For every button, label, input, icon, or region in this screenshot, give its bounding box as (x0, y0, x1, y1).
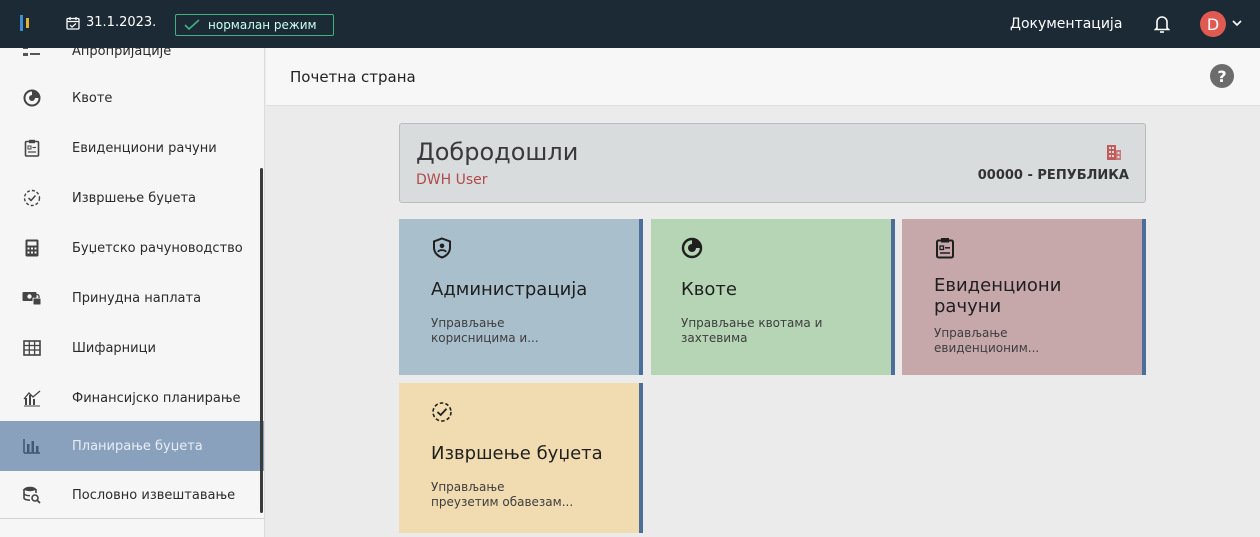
sidebar-item-label: Извршење буџета (72, 190, 197, 206)
sidebar-item-label: Евиденциони рачуни (72, 140, 217, 156)
quota-icon (681, 237, 703, 259)
page-header: Почетна страна ? (266, 48, 1260, 106)
tile-description: Управљање квотама и (681, 316, 823, 330)
sidebar-scrollbar[interactable] (260, 168, 263, 513)
tile-title: Извршење буџета (431, 443, 603, 464)
sidebar-item-label: Финансијско планирање (72, 390, 241, 406)
sidebar-item-label: Принудна наплата (72, 290, 202, 306)
tile-description: Управљање (431, 480, 505, 494)
sidebar: Апропријације Квоте Евиденциони рачуни И… (0, 48, 265, 537)
tile-title: Евиденциони (934, 275, 1062, 296)
check-icon (184, 19, 200, 31)
cash-lock-icon (22, 288, 42, 308)
sidebar-item-quotas[interactable]: Квоте (0, 73, 264, 123)
tile-description: евиденционим... (934, 341, 1040, 355)
top-bar: 31.1.2023. нормалан режим Документација … (0, 0, 1260, 48)
calendar-icon (66, 16, 80, 30)
mode-badge[interactable]: нормалан режим (175, 14, 334, 36)
quota-icon (22, 88, 42, 108)
documentation-link[interactable]: Документација (1010, 16, 1122, 32)
db-search-icon (22, 485, 42, 505)
tile-description: преузетим обавезам... (431, 495, 574, 509)
sidebar-item-codebooks[interactable]: Шифарници (0, 323, 264, 373)
sidebar-item-label: Пословно извештавање (72, 487, 236, 503)
sidebar-item-appropriations[interactable]: Апропријације (0, 48, 264, 76)
sidebar-item-label: Буџетско рачуноводство (72, 240, 243, 256)
sidebar-item-business-reporting[interactable]: Пословно извештавање (0, 470, 264, 520)
sidebar-item-label: Шифарници (72, 340, 156, 356)
mode-text: нормалан режим (208, 18, 317, 32)
check-circle-icon (22, 188, 42, 208)
welcome-title: Добродошли (416, 138, 579, 166)
tile-description: Управљање (934, 326, 1008, 340)
clipboard-icon (936, 238, 954, 259)
shield-user-icon (433, 237, 451, 259)
chart-trend-icon (22, 388, 42, 408)
help-button[interactable]: ? (1210, 64, 1234, 88)
table-icon (22, 338, 42, 358)
app-logo[interactable] (18, 12, 32, 34)
tile-description: Управљање (431, 316, 505, 330)
chevron-down-icon[interactable] (1232, 18, 1242, 28)
page-title: Почетна страна (290, 68, 416, 86)
welcome-user: DWH User (416, 172, 488, 188)
welcome-card: Добродошли DWH User 00000 - РЕПУБЛИКА (399, 123, 1146, 203)
sidebar-divider (0, 518, 264, 519)
tile-title: Квоте (681, 279, 737, 300)
sidebar-item-budget-execution[interactable]: Извршење буџета (0, 173, 264, 223)
calculator-icon (22, 238, 42, 258)
sidebar-item-budget-accounting[interactable]: Буџетско рачуноводство (0, 223, 264, 273)
tile-description: корисницима и... (431, 331, 539, 345)
user-avatar[interactable]: D (1200, 11, 1226, 37)
sidebar-item-label: Апропријације (72, 48, 172, 59)
organization-label: 00000 - РЕПУБЛИКА (977, 168, 1129, 183)
check-circle-icon (432, 402, 452, 422)
tile-description: захтевима (681, 331, 748, 345)
sidebar-item-label: Планирање буџета (72, 438, 203, 454)
sidebar-item-financial-planning[interactable]: Финансијско планирање (0, 373, 264, 423)
list-icon (22, 48, 42, 61)
tile-quotas[interactable]: Квоте Управљање квотама и захтевима (651, 219, 895, 375)
sidebar-item-records[interactable]: Евиденциони рачуни (0, 123, 264, 173)
bell-icon[interactable] (1154, 14, 1170, 34)
tile-budget-execution[interactable]: Извршење буџета Управљање преузетим обав… (399, 383, 643, 533)
building-icon (1107, 145, 1121, 160)
sidebar-item-enforced-collection[interactable]: Принудна наплата (0, 273, 264, 323)
sidebar-item-budget-planning[interactable]: Планирање буџета (0, 421, 264, 471)
tile-administration[interactable]: Администрација Управљање корисницима и..… (399, 219, 643, 375)
clipboard-icon (22, 138, 42, 158)
tile-records-accounts[interactable]: Евиденциони рачуни Управљање евиденциони… (902, 219, 1146, 375)
date-text: 31.1.2023. (86, 15, 157, 30)
tile-title: Администрација (431, 279, 588, 300)
sidebar-item-label: Квоте (72, 90, 113, 106)
current-date[interactable]: 31.1.2023. (66, 15, 156, 30)
tile-title: рачуни (934, 296, 1002, 317)
bar-chart-icon (22, 436, 42, 456)
